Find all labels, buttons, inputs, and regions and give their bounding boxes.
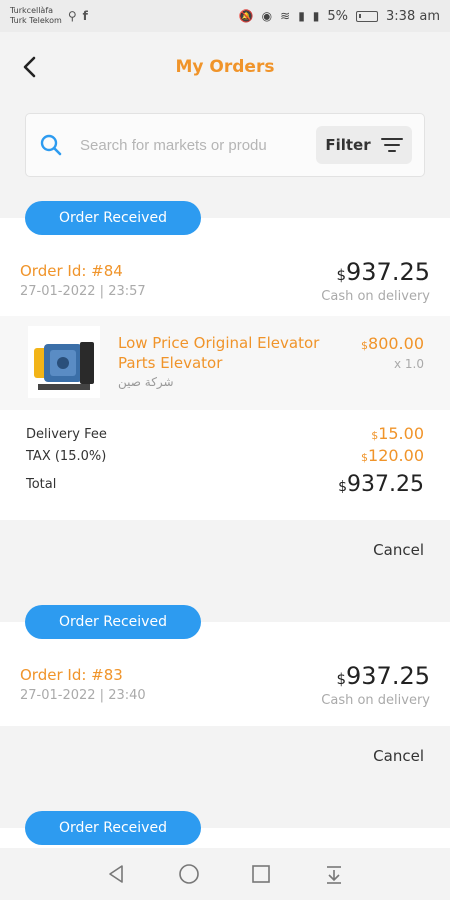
nav-recents-icon[interactable] bbox=[249, 862, 273, 886]
order-total-value: 937.25 bbox=[346, 662, 430, 690]
signal-icon: ▮ bbox=[298, 9, 305, 23]
product-price-value: 800.00 bbox=[368, 334, 424, 353]
order-total-value: 937.25 bbox=[346, 258, 430, 286]
signal-icon-2: ▮ bbox=[312, 9, 320, 23]
nav-notifications-icon[interactable] bbox=[322, 862, 346, 886]
search-input[interactable] bbox=[80, 136, 306, 154]
nav-back-icon[interactable] bbox=[104, 862, 128, 886]
order-status-badge: Order Received bbox=[25, 811, 201, 845]
total-label: Total bbox=[26, 477, 57, 492]
currency-symbol: $ bbox=[338, 479, 348, 495]
eye-icon: ◉ bbox=[261, 9, 273, 23]
filter-button[interactable]: Filter bbox=[316, 126, 412, 164]
cancel-order-button[interactable]: Cancel bbox=[373, 541, 424, 559]
wifi-icon: ≋ bbox=[280, 9, 291, 23]
mute-icon: 🔕 bbox=[238, 9, 254, 23]
tax: $120.00 bbox=[361, 446, 424, 465]
order-id: Order Id: #84 bbox=[20, 262, 123, 280]
product-price: $800.00 bbox=[361, 334, 424, 353]
payment-method: Cash on delivery bbox=[321, 693, 430, 708]
clock: 3:38 am bbox=[386, 8, 440, 24]
cancel-order-button[interactable]: Cancel bbox=[373, 747, 424, 765]
delivery-fee-label: Delivery Fee bbox=[26, 427, 107, 442]
app-header: My Orders bbox=[0, 32, 450, 102]
currency-symbol: $ bbox=[361, 339, 369, 352]
order-id: Order Id: #83 bbox=[20, 666, 123, 684]
currency-symbol: $ bbox=[336, 670, 347, 688]
system-nav-bar bbox=[0, 848, 450, 900]
carrier-info: Turkcellàfa Turk Telekom bbox=[10, 6, 62, 26]
order-date: 27-01-2022 | 23:40 bbox=[20, 688, 146, 703]
battery-icon bbox=[356, 10, 379, 22]
grand-total: $937.25 bbox=[338, 472, 424, 497]
tax-label: TAX (15.0%) bbox=[26, 449, 107, 464]
status-bar: Turkcellàfa Turk Telekom ⚲ f 🔕 ◉ ≋ ▮ ▮ 5… bbox=[0, 0, 450, 32]
filter-icon bbox=[380, 138, 403, 152]
currency-symbol: $ bbox=[361, 451, 369, 464]
order-status-badge: Order Received bbox=[25, 201, 201, 235]
facebook-icon: f bbox=[82, 9, 88, 23]
product-name: Low Price Original Elevator Parts Elevat… bbox=[118, 334, 320, 372]
product-image bbox=[28, 326, 100, 398]
delivery-fee-value: 15.00 bbox=[378, 424, 424, 443]
battery-percent: 5% bbox=[327, 8, 349, 24]
nav-home-icon[interactable] bbox=[177, 862, 201, 886]
back-arrow-icon[interactable] bbox=[16, 52, 46, 82]
usb-icon: ⚲ bbox=[67, 9, 77, 23]
order-total: $937.25 bbox=[336, 662, 430, 690]
search-icon[interactable] bbox=[38, 132, 64, 158]
order-total: $937.25 bbox=[336, 258, 430, 286]
grand-total-value: 937.25 bbox=[347, 472, 424, 497]
filter-label: Filter bbox=[325, 136, 371, 154]
carrier-2: Turk Telekom bbox=[10, 16, 62, 25]
product-quantity: x 1.0 bbox=[394, 357, 424, 371]
order-status-badge: Order Received bbox=[25, 605, 201, 639]
delivery-fee: $15.00 bbox=[371, 424, 424, 443]
order-date: 27-01-2022 | 23:57 bbox=[20, 284, 146, 299]
currency-symbol: $ bbox=[336, 266, 347, 284]
payment-method: Cash on delivery bbox=[321, 289, 430, 304]
carrier-1: Turkcellàfa bbox=[10, 6, 54, 15]
search-bar: Filter bbox=[25, 113, 425, 177]
tax-value: 120.00 bbox=[368, 446, 424, 465]
shop-name: شركة صين bbox=[118, 375, 174, 389]
page-title: My Orders bbox=[175, 57, 275, 77]
